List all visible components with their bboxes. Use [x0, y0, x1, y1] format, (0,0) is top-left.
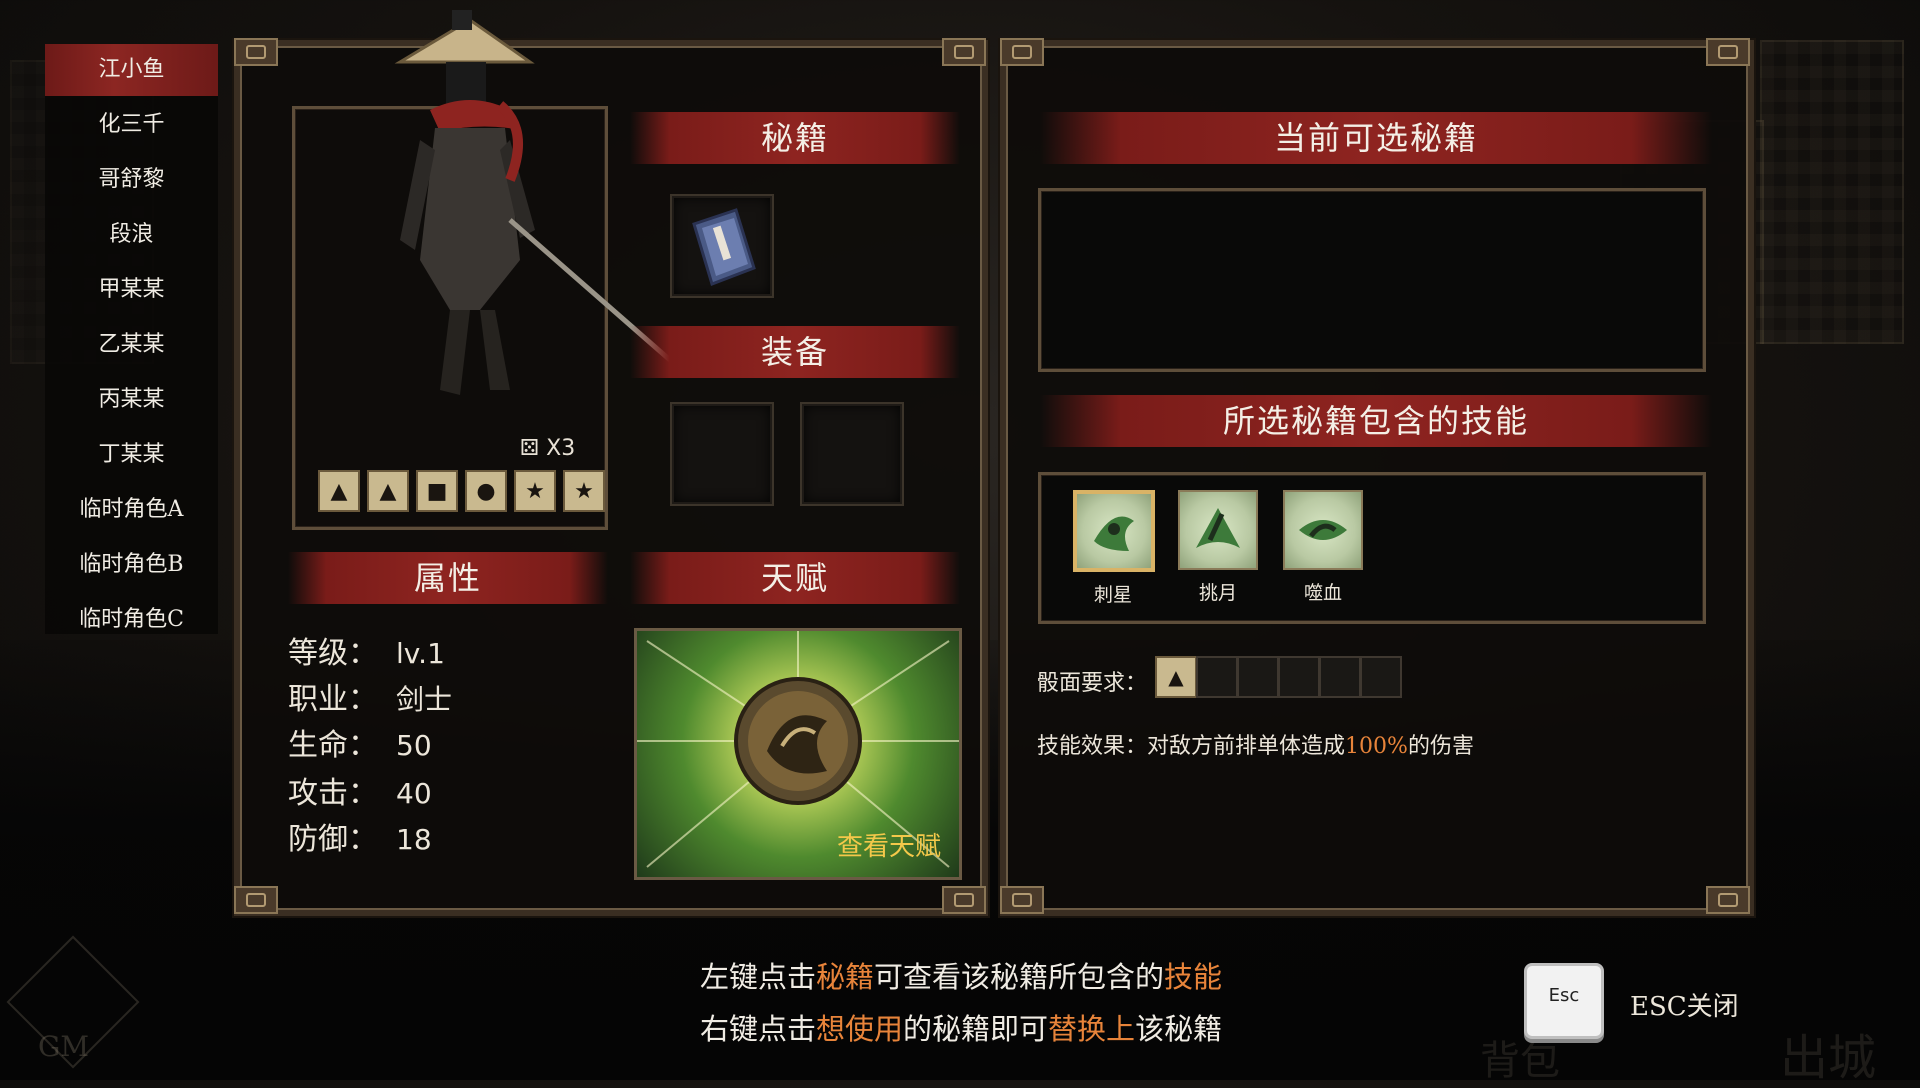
dice-row: ▲ ▲ ■ ● ★ ★: [318, 470, 605, 512]
dice-count-label: X3: [546, 436, 576, 461]
star-icon: ★: [563, 470, 605, 512]
requirement-slot: [1196, 656, 1238, 698]
section-title-secret-books: 秘籍: [630, 112, 960, 164]
skill-label: 噬血: [1303, 582, 1342, 604]
section-title-book-skills: 所选秘籍包含的技能: [1040, 395, 1712, 447]
section-title-equipment: 装备: [630, 326, 960, 378]
panel-corner: [1706, 38, 1750, 66]
section-title-available-books: 当前可选秘籍: [1040, 112, 1712, 164]
talent-card[interactable]: 查看天赋: [634, 628, 962, 880]
panel-corner: [1000, 886, 1044, 914]
roster-item[interactable]: 临时角色A: [45, 484, 218, 536]
square-icon: ■: [416, 470, 458, 512]
skill-moon-lift-icon: [1178, 490, 1258, 570]
circle-icon: ●: [465, 470, 507, 512]
stat-class: 职业： 剑士: [288, 682, 453, 717]
skill-item[interactable]: 挑月: [1178, 490, 1258, 605]
equipment-slot-2[interactable]: [800, 402, 904, 506]
dice-icon: ⚄: [520, 436, 540, 461]
panel-corner: [234, 886, 278, 914]
roster-item[interactable]: 甲某某: [45, 264, 218, 316]
skill-effect: 技能效果：对敌方前排单体造成100%的伤害: [1037, 734, 1474, 759]
requirement-slot: [1278, 656, 1320, 698]
requirement-slot: [1237, 656, 1279, 698]
dice-requirement-label: 骰面要求：: [1037, 671, 1148, 696]
skill-star-stab-icon: [1073, 490, 1155, 572]
roster-item[interactable]: 江小鱼: [45, 44, 218, 96]
view-talent-link[interactable]: 查看天赋: [837, 826, 941, 863]
background-nav-exit: 出城: [1780, 1030, 1877, 1086]
triangle-icon: ▲: [367, 470, 409, 512]
requirement-slot: [1319, 656, 1361, 698]
hint-right-click: 右键点击想使用的秘籍即可替换上该秘籍: [700, 1012, 1223, 1046]
dice-count: ⚄ X3: [520, 436, 575, 461]
skill-label: 挑月: [1198, 582, 1237, 604]
star-icon: ★: [514, 470, 556, 512]
roster-item[interactable]: 段浪: [45, 209, 218, 261]
panel-corner: [942, 38, 986, 66]
roster-item[interactable]: 丁某某: [45, 429, 218, 481]
triangle-icon: ▲: [318, 470, 360, 512]
esc-key-button[interactable]: Esc: [1524, 963, 1604, 1039]
roster-item[interactable]: 临时角色C: [45, 594, 218, 646]
roster-item[interactable]: 化三千: [45, 99, 218, 151]
panel-corner: [234, 38, 278, 66]
requirement-slot: [1360, 656, 1402, 698]
triangle-icon: ▲: [1155, 656, 1197, 698]
section-title-talent: 天赋: [630, 552, 960, 604]
roster-item[interactable]: 乙某某: [45, 319, 218, 371]
secret-book-slot[interactable]: [670, 194, 774, 298]
stat-hp: 生命： 50: [288, 728, 432, 763]
book-icon: [692, 208, 756, 286]
gm-logo-text: GM: [38, 1030, 90, 1063]
hint-left-click: 左键点击秘籍可查看该秘籍所包含的技能: [700, 960, 1223, 994]
equipment-slot-1[interactable]: [670, 402, 774, 506]
panel-corner: [1000, 38, 1044, 66]
roster-item[interactable]: 丙某某: [45, 374, 218, 426]
panel-corner: [942, 886, 986, 914]
character-roster: 江小鱼 化三千 哥舒黎 段浪 甲某某 乙某某 丙某某 丁某某 临时角色A 临时角…: [45, 44, 218, 634]
skill-label: 刺星: [1093, 584, 1132, 606]
available-books-list[interactable]: [1038, 188, 1706, 372]
background-window-right: [1760, 40, 1904, 344]
section-title-attributes: 属性: [288, 552, 608, 604]
esc-close-label: ESC关闭: [1630, 992, 1739, 1022]
stat-level: 等级： lv.1: [288, 636, 445, 671]
panel-corner: [1706, 886, 1750, 914]
stat-attack: 攻击： 40: [288, 776, 432, 811]
roster-item[interactable]: 临时角色B: [45, 539, 218, 591]
stat-defense: 防御： 18: [288, 822, 432, 857]
skill-item[interactable]: 噬血: [1283, 490, 1363, 605]
skill-blood-devour-icon: [1283, 490, 1363, 570]
roster-item[interactable]: 哥舒黎: [45, 154, 218, 206]
skill-item[interactable]: 刺星: [1073, 490, 1155, 607]
